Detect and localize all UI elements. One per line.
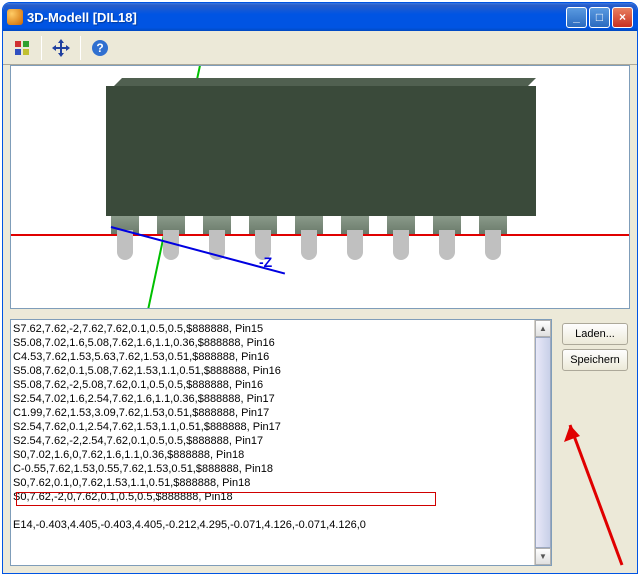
toolbar-separator (41, 36, 42, 60)
axes-move-icon (52, 39, 70, 57)
text-line[interactable]: S7.62,7.62,-2,7.62,7.62,0.1,0.5,0.5,$888… (13, 322, 549, 336)
text-line[interactable]: S0,7.02,1.6,0,7.62,1.6,1.1,0.36,$888888,… (13, 448, 549, 462)
save-button[interactable]: Speichern (562, 349, 628, 371)
pin (479, 216, 507, 261)
text-line[interactable]: S5.08,7.62,0.1,5.08,7.62,1.53,1.1,0.51,$… (13, 364, 549, 378)
axes-color-icon (13, 39, 31, 57)
toolbar-button-help[interactable]: ? (87, 35, 113, 61)
text-line[interactable]: S2.54,7.02,1.6,2.54,7.62,1.6,1.1,0.36,$8… (13, 392, 549, 406)
pin (387, 216, 415, 261)
minimize-button[interactable]: _ (566, 7, 587, 28)
axis-z-label: -Z (259, 254, 272, 270)
close-button[interactable]: × (612, 7, 633, 28)
sidebar: Laden... Speichern (556, 315, 634, 570)
titlebar[interactable]: 3D-Modell [DIL18] _ □ × (3, 3, 637, 31)
pin (341, 216, 369, 261)
text-line[interactable]: S0,7.62,0.1,0,7.62,1.53,1.1,0.51,$888888… (13, 476, 549, 490)
app-icon (7, 9, 23, 25)
toolbar-button-axes-move[interactable] (48, 35, 74, 61)
text-editor[interactable]: S7.62,7.62,-2,7.62,7.62,0.1,0.5,0.5,$888… (10, 319, 552, 566)
text-line[interactable] (13, 504, 549, 518)
model-chip (106, 86, 536, 261)
maximize-button[interactable]: □ (589, 7, 610, 28)
text-line[interactable]: S5.08,7.02,1.6,5.08,7.62,1.6,1.1,0.36,$8… (13, 336, 549, 350)
scroll-track[interactable] (535, 337, 551, 548)
text-line[interactable]: S2.54,7.62,-2,2.54,7.62,0.1,0.5,0.5,$888… (13, 434, 549, 448)
text-line[interactable]: C-0.55,7.62,1.53,0.55,7.62,1.53,0.51,$88… (13, 462, 549, 476)
content-area: -Z S7.62,7.62,-2,7.62,7.62,0.1,0.5,0.5,$… (6, 65, 634, 570)
lower-panel: S7.62,7.62,-2,7.62,7.62,0.1,0.5,0.5,$888… (6, 315, 634, 570)
svg-text:?: ? (96, 41, 103, 55)
text-line[interactable]: E14,-0.403,4.405,-0.403,4.405,-0.212,4.2… (13, 518, 549, 532)
toolbar-button-axes-color[interactable] (9, 35, 35, 61)
load-button[interactable]: Laden... (562, 323, 628, 345)
text-line[interactable]: C4.53,7.62,1.53,5.63,7.62,1.53,0.51,$888… (13, 350, 549, 364)
scroll-up-button[interactable]: ▲ (535, 320, 551, 337)
scroll-down-button[interactable]: ▼ (535, 548, 551, 565)
text-line[interactable]: S5.08,7.62,-2,5.08,7.62,0.1,0.5,0.5,$888… (13, 378, 549, 392)
viewport-3d[interactable]: -Z (10, 65, 630, 309)
pin (433, 216, 461, 261)
help-icon: ? (91, 39, 109, 57)
pin (295, 216, 323, 261)
text-line[interactable]: S0,7.62,-2,0,7.62,0.1,0.5,0.5,$888888, P… (13, 490, 549, 504)
toolbar-separator (80, 36, 81, 60)
window-title: 3D-Modell [DIL18] (27, 10, 564, 25)
app-window: 3D-Modell [DIL18] _ □ × ? (2, 2, 638, 574)
scrollbar-vertical[interactable]: ▲ ▼ (534, 320, 551, 565)
toolbar: ? (3, 31, 637, 65)
pin (111, 216, 139, 261)
text-line[interactable]: S2.54,7.62,0.1,2.54,7.62,1.53,1.1,0.51,$… (13, 420, 549, 434)
text-line[interactable]: C1.99,7.62,1.53,3.09,7.62,1.53,0.51,$888… (13, 406, 549, 420)
scroll-thumb[interactable] (535, 337, 551, 548)
